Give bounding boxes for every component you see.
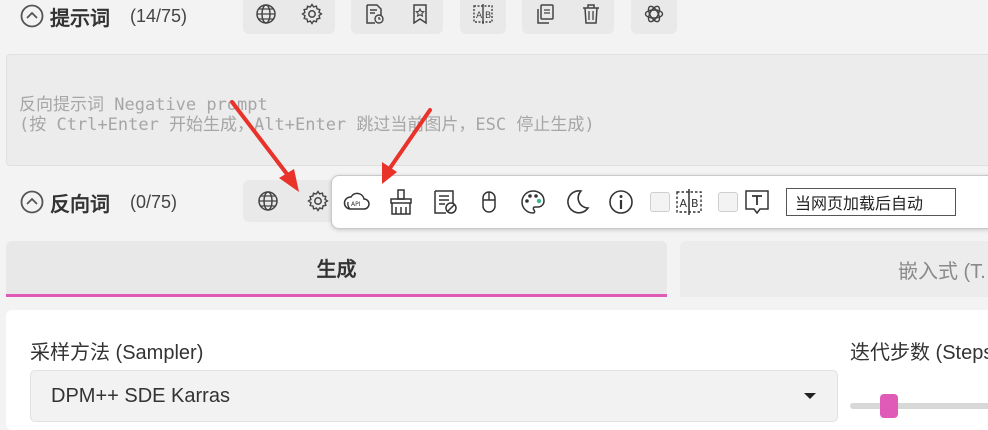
sampler-value: DPM++ SDE Karras <box>51 384 230 407</box>
tab-generate-label: 生成 <box>316 259 357 281</box>
sampler-label: 采样方法 (Sampler) <box>30 342 204 364</box>
tab-generate[interactable]: 生成 <box>6 241 667 297</box>
steps-slider-thumb[interactable] <box>880 394 898 418</box>
tab-embed-label: 嵌入式 (T. <box>898 260 986 283</box>
steps-label: 迭代步数 (Steps) <box>850 342 988 364</box>
red-arrow-to-api <box>382 108 432 184</box>
steps-slider-track[interactable] <box>850 403 988 409</box>
sampler-select[interactable]: DPM++ SDE Karras <box>30 370 838 422</box>
dropdown-arrow-icon <box>804 393 816 399</box>
red-arrow-to-settings <box>230 100 299 192</box>
tab-embed[interactable]: 嵌入式 (T. <box>680 241 988 297</box>
